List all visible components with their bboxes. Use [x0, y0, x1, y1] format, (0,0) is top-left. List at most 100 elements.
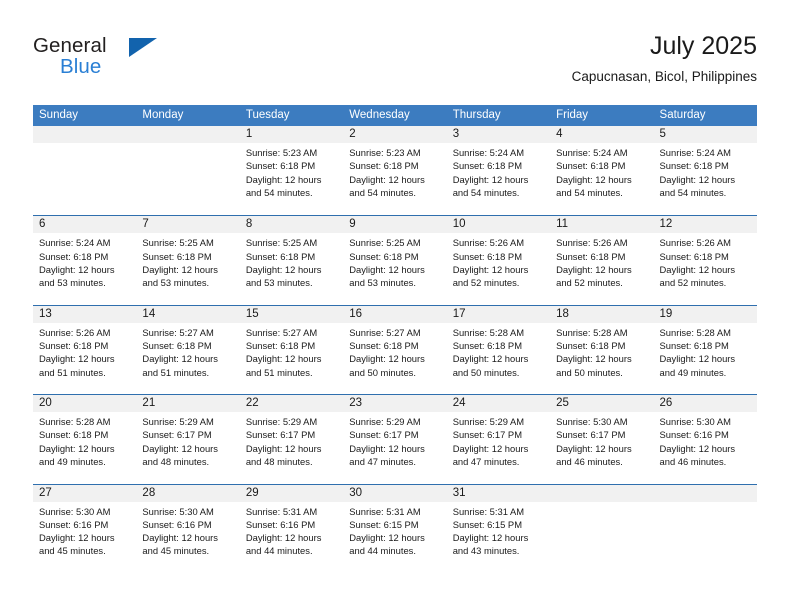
calendar-day-cell[interactable]: 16 Sunrise: 5:27 AM Sunset: 6:18 PM Dayligh… [343, 305, 447, 395]
calendar-day-cell[interactable]: 5 Sunrise: 5:24 AM Sunset: 6:18 PM Daylight… [653, 126, 757, 216]
day-sun-info: Sunrise: 5:28 AM Sunset: 6:18 PM Daylight:… [447, 323, 550, 379]
day-number-band: 4 [550, 126, 654, 143]
day-sun-info: Sunrise: 5:29 AM Sunset: 6:17 PM Daylight:… [447, 412, 550, 468]
day-number-band: 25 [550, 395, 654, 413]
calendar-day-cell[interactable]: 1 Sunrise: 5:23 AM Sunset: 6:18 PM Daylight… [239, 126, 344, 216]
day-sun-info: Sunrise: 5:25 AM Sunset: 6:18 PM Daylight:… [136, 233, 239, 289]
day-sun-info: Sunrise: 5:26 AM Sunset: 6:18 PM Daylight:… [654, 233, 757, 289]
day-info-line: Daylight: 12 hours [245, 173, 322, 185]
calendar-day-cell[interactable]: 18 Sunrise: 5:28 AM Sunset: 6:18 PM Dayligh… [550, 305, 654, 395]
calendar-week-row: 13 Sunrise: 5:26 AM Sunset: 6:18 PM Dayligh… [33, 304, 757, 395]
calendar-day-cell[interactable]: 23 Sunrise: 5:29 AM Sunset: 6:17 PM Dayligh… [343, 395, 447, 484]
day-number: 8 [245, 218, 253, 231]
day-info-line: Sunrise: 5:23 AM [245, 147, 318, 158]
day-info-line: Sunrise: 5:26 AM [659, 237, 731, 249]
day-info-line: Daylight: 12 hours [452, 173, 529, 185]
calendar-day-cell[interactable]: 24 Sunrise: 5:29 AM Sunset: 6:17 PM Dayligh… [446, 395, 551, 484]
calendar-day-cell[interactable]: 9 Sunrise: 5:25 AM Sunset: 6:18 PM Daylight… [343, 216, 447, 305]
day-number: 31 [452, 486, 466, 499]
calendar-day-cell[interactable]: 3 Sunrise: 5:24 AM Sunset: 6:18 PM Daylight… [446, 126, 551, 216]
calendar-day-cell[interactable]: 15 Sunrise: 5:27 AM Sunset: 6:18 PM Dayligh… [239, 305, 344, 395]
day-number-band [550, 484, 654, 502]
day-info-line: Sunset: 6:17 PM [556, 429, 626, 441]
calendar-day-cell-empty [136, 126, 240, 216]
day-info-line: Daylight: 12 hours [142, 532, 218, 544]
calendar-day-cell[interactable]: 8 Sunrise: 5:25 AM Sunset: 6:18 PM Daylight… [239, 216, 344, 305]
day-number-band: 17 [446, 305, 551, 323]
day-info-line: Sunrise: 5:30 AM [556, 416, 628, 428]
day-info-line: and 53 minutes. [142, 277, 210, 289]
calendar-day-cell[interactable]: 25 Sunrise: 5:30 AM Sunset: 6:17 PM Dayligh… [550, 395, 654, 484]
day-info-line: Daylight: 12 hours [556, 173, 632, 185]
day-sun-info: Sunrise: 5:28 AM Sunset: 6:18 PM Daylight:… [550, 323, 653, 379]
calendar-day-cell-empty [653, 484, 757, 573]
day-number-band: 3 [446, 126, 551, 143]
calendar-day-cell[interactable]: 26 Sunrise: 5:30 AM Sunset: 6:16 PM Dayligh… [653, 395, 757, 484]
day-number-band: 28 [136, 484, 240, 502]
day-info-line: and 54 minutes. [659, 186, 727, 198]
day-number-band: 11 [550, 216, 654, 234]
calendar-day-cell[interactable]: 20 Sunrise: 5:28 AM Sunset: 6:18 PM Dayligh… [33, 395, 137, 484]
day-info-line: Sunset: 6:16 PM [39, 518, 109, 530]
calendar-day-cell[interactable]: 7 Sunrise: 5:25 AM Sunset: 6:18 PM Daylight… [136, 216, 240, 305]
day-info-line: Sunrise: 5:31 AM [349, 505, 421, 517]
day-sun-info: Sunrise: 5:29 AM Sunset: 6:17 PM Daylight:… [240, 412, 343, 468]
day-info-line: Sunrise: 5:25 AM [349, 237, 421, 249]
weekday-header-thursday: Thursday [452, 109, 501, 121]
calendar-day-cell[interactable]: 31 Sunrise: 5:31 AM Sunset: 6:15 PM Dayligh… [446, 484, 551, 573]
day-sun-info: Sunrise: 5:26 AM Sunset: 6:18 PM Daylight:… [550, 233, 653, 289]
day-info-line: and 44 minutes. [245, 545, 313, 557]
calendar-day-cell[interactable]: 11 Sunrise: 5:26 AM Sunset: 6:18 PM Dayligh… [550, 216, 654, 305]
day-info-line: Sunset: 6:15 PM [349, 518, 419, 530]
day-number: 18 [556, 307, 569, 320]
day-info-line: Sunset: 6:18 PM [349, 340, 419, 352]
calendar-day-cell[interactable]: 4 Sunrise: 5:24 AM Sunset: 6:18 PM Daylight… [550, 126, 654, 216]
day-info-line: Sunset: 6:18 PM [39, 250, 109, 262]
day-number-band: 9 [343, 216, 447, 234]
day-number-band: 6 [33, 216, 137, 234]
day-info-line: and 54 minutes. [556, 186, 623, 198]
day-info-line: Sunset: 6:18 PM [245, 250, 316, 262]
day-info-line: Daylight: 12 hours [556, 353, 632, 365]
calendar-day-cell[interactable]: 12 Sunrise: 5:26 AM Sunset: 6:18 PM Dayligh… [653, 216, 757, 305]
day-number: 3 [452, 128, 460, 140]
day-info-line: and 51 minutes. [39, 366, 106, 378]
day-number-band: 16 [343, 305, 447, 323]
day-info-line: Sunrise: 5:30 AM [142, 505, 214, 517]
day-info-line: Sunset: 6:17 PM [349, 429, 419, 441]
calendar-day-cell[interactable]: 6 Sunrise: 5:24 AM Sunset: 6:18 PM Daylight… [33, 216, 137, 305]
calendar-day-cell[interactable]: 29 Sunrise: 5:31 AM Sunset: 6:16 PM Dayligh… [239, 484, 344, 573]
calendar-day-cell[interactable]: 22 Sunrise: 5:29 AM Sunset: 6:17 PM Dayligh… [239, 395, 344, 484]
day-info-line: Sunrise: 5:24 AM [556, 147, 628, 158]
calendar-day-cell[interactable]: 19 Sunrise: 5:28 AM Sunset: 6:18 PM Dayligh… [653, 305, 757, 395]
day-sun-info: Sunrise: 5:29 AM Sunset: 6:17 PM Daylight:… [343, 412, 446, 468]
calendar-day-cell[interactable]: 2 Sunrise: 5:23 AM Sunset: 6:18 PM Daylight… [343, 126, 447, 216]
weekday-header-sunday: Sunday [39, 109, 79, 121]
day-info-line: Daylight: 12 hours [452, 442, 529, 454]
day-number: 20 [39, 397, 52, 410]
day-sun-info: Sunrise: 5:25 AM Sunset: 6:18 PM Daylight:… [240, 233, 343, 289]
day-info-line: Sunrise: 5:26 AM [39, 326, 111, 338]
day-info-line: and 43 minutes. [452, 545, 520, 557]
day-info-line: Sunrise: 5:30 AM [39, 505, 111, 517]
calendar-day-cell[interactable]: 28 Sunrise: 5:30 AM Sunset: 6:16 PM Dayligh… [136, 484, 240, 573]
day-info-line: Sunset: 6:18 PM [659, 160, 729, 172]
day-info-line: and 45 minutes. [142, 545, 210, 557]
calendar-day-cell[interactable]: 10 Sunrise: 5:26 AM Sunset: 6:18 PM Dayligh… [446, 216, 551, 305]
calendar-day-cell[interactable]: 27 Sunrise: 5:30 AM Sunset: 6:16 PM Dayligh… [33, 484, 137, 573]
calendar-day-cell[interactable]: 17 Sunrise: 5:28 AM Sunset: 6:18 PM Dayligh… [446, 305, 551, 395]
day-number: 22 [245, 397, 259, 410]
day-number: 19 [659, 307, 673, 320]
calendar-day-cell[interactable]: 13 Sunrise: 5:26 AM Sunset: 6:18 PM Dayligh… [33, 305, 137, 395]
calendar-day-cell[interactable]: 14 Sunrise: 5:27 AM Sunset: 6:18 PM Dayligh… [136, 305, 240, 395]
day-info-line: Daylight: 12 hours [659, 442, 736, 454]
weekday-header-saturday: Saturday [659, 109, 706, 121]
calendar-day-cell[interactable]: 21 Sunrise: 5:29 AM Sunset: 6:17 PM Dayligh… [136, 395, 240, 484]
day-info-line: and 53 minutes. [39, 277, 106, 289]
calendar-day-cell[interactable]: 30 Sunrise: 5:31 AM Sunset: 6:15 PM Dayligh… [343, 484, 447, 573]
day-number-band: 23 [343, 395, 447, 413]
day-info-line: and 51 minutes. [245, 366, 313, 378]
day-number-band [653, 484, 757, 502]
day-number: 9 [349, 218, 356, 231]
day-info-line: Sunrise: 5:29 AM [142, 416, 214, 428]
